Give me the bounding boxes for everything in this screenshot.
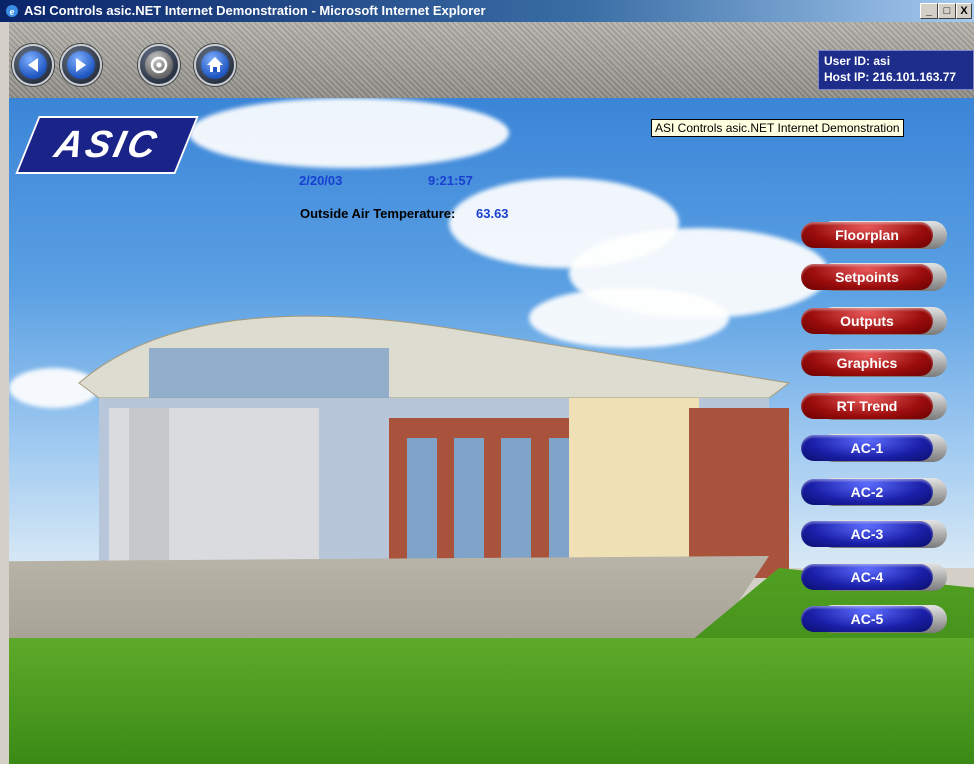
rt-trend-button[interactable]: RT Trend bbox=[801, 392, 947, 420]
svg-text:e: e bbox=[10, 6, 15, 18]
forward-arrow-icon bbox=[76, 58, 86, 72]
current-date: 2/20/03 bbox=[299, 173, 343, 188]
floorplan-button[interactable]: Floorplan bbox=[801, 221, 947, 249]
outside-air-temp-value: 63.63 bbox=[476, 206, 509, 221]
host-ip: Host IP: 216.101.163.77 bbox=[824, 70, 957, 84]
minimize-button[interactable]: _ bbox=[920, 3, 938, 19]
close-button[interactable]: X bbox=[956, 3, 972, 19]
asic-logo: ASIC bbox=[15, 116, 199, 174]
user-info-box: User ID: asi Host IP: 216.101.163.77 bbox=[818, 50, 974, 90]
ac-1-button[interactable]: AC-1 bbox=[801, 434, 947, 462]
current-time: 9:21:57 bbox=[428, 173, 473, 188]
building-scene: ASIC 2/20/03 9:21:57 Outside Air Tempera… bbox=[9, 98, 974, 764]
ac-3-button[interactable]: AC-3 bbox=[801, 520, 947, 548]
ac-4-button[interactable]: AC-4 bbox=[801, 563, 947, 591]
ac-4-label[interactable]: AC-4 bbox=[801, 564, 933, 590]
back-arrow-icon bbox=[28, 58, 38, 72]
home-button[interactable] bbox=[194, 44, 236, 86]
refresh-icon bbox=[150, 56, 168, 74]
refresh-button[interactable] bbox=[138, 44, 180, 86]
outside-air-temp-label: Outside Air Temperature: bbox=[300, 206, 456, 221]
setpoints-button[interactable]: Setpoints bbox=[801, 263, 947, 291]
ac-2-button[interactable]: AC-2 bbox=[801, 478, 947, 506]
ac-3-label[interactable]: AC-3 bbox=[801, 521, 933, 547]
tooltip: ASI Controls asic.NET Internet Demonstra… bbox=[651, 119, 904, 137]
outputs-button[interactable]: Outputs bbox=[801, 307, 947, 335]
outputs-label[interactable]: Outputs bbox=[801, 308, 933, 334]
ac-5-label[interactable]: AC-5 bbox=[801, 606, 933, 632]
window-title: ASI Controls asic.NET Internet Demonstra… bbox=[24, 3, 486, 18]
maximize-button[interactable]: □ bbox=[938, 3, 956, 19]
back-button[interactable] bbox=[12, 44, 54, 86]
graphics-button[interactable]: Graphics bbox=[801, 349, 947, 377]
user-id: User ID: asi bbox=[824, 54, 891, 68]
forward-button[interactable] bbox=[60, 44, 102, 86]
floorplan-label[interactable]: Floorplan bbox=[801, 222, 933, 248]
graphics-label[interactable]: Graphics bbox=[801, 350, 933, 376]
rt-trend-label[interactable]: RT Trend bbox=[801, 393, 933, 419]
ie-logo-icon: e bbox=[6, 5, 18, 18]
home-icon bbox=[207, 57, 223, 72]
asic-logo-text: ASIC bbox=[50, 124, 164, 166]
ac-1-label[interactable]: AC-1 bbox=[801, 435, 933, 461]
lawn-foreground bbox=[9, 638, 974, 764]
window-title-bar[interactable]: e ASI Controls asic.NET Internet Demonst… bbox=[0, 0, 974, 22]
ac-2-label[interactable]: AC-2 bbox=[801, 479, 933, 505]
ac-5-button[interactable]: AC-5 bbox=[801, 605, 947, 633]
setpoints-label[interactable]: Setpoints bbox=[801, 264, 933, 290]
building-illustration bbox=[78, 315, 791, 578]
